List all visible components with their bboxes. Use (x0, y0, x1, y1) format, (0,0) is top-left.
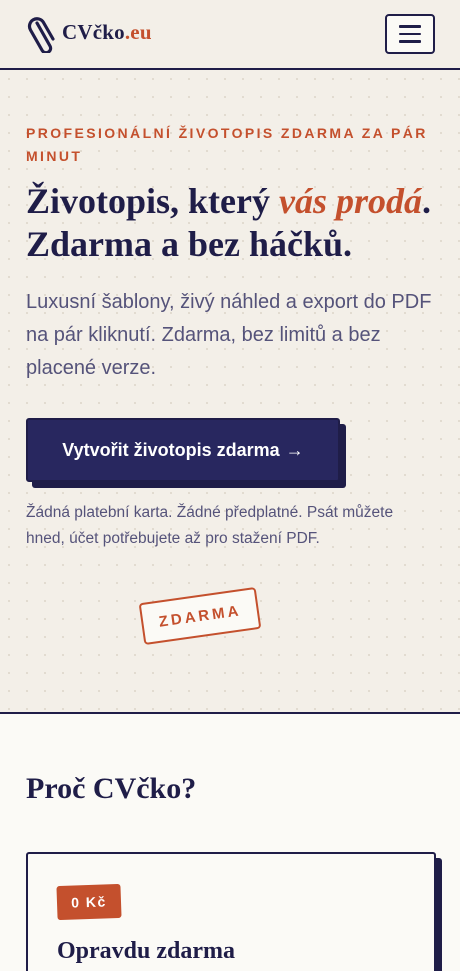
logo-tld: .eu (124, 20, 152, 44)
hero-section: Profesionální životopis zdarma za pár mi… (0, 70, 460, 714)
logo-name: CVčko (62, 20, 125, 44)
why-title: Proč CVčko? (26, 772, 197, 805)
site-header: CVčko.eu (0, 0, 460, 70)
price-badge: 0 Kč (56, 883, 122, 921)
hero-eyebrow: Profesionální životopis zdarma za pár mi… (26, 125, 428, 164)
hamburger-menu-icon-bar (399, 40, 421, 43)
headline-accent: vás prodá (279, 181, 423, 221)
cta-label: Vytvořit životopis zdarma (62, 439, 280, 460)
free-stamp: ZDARMA (138, 586, 262, 646)
menu-button[interactable] (385, 14, 435, 54)
headline-part2: . (422, 181, 432, 221)
hero-lead: Luxusní šablony, živý náhled a export do… (26, 291, 432, 379)
hamburger-menu-icon-bar (399, 32, 421, 36)
feature-card: 0 Kč Opravdu zdarma (26, 852, 436, 971)
create-cv-button[interactable]: Vytvořit životopis zdarma → (26, 418, 340, 482)
hero-headline: Životopis, který vás prodá. Zdarma a bez … (26, 180, 446, 266)
paperclip-icon[interactable] (26, 15, 60, 55)
headline-part1: Životopis, který (26, 181, 280, 221)
arrow-right-icon: → (285, 439, 304, 460)
logo[interactable]: CVčko.eu (62, 20, 152, 45)
hamburger-menu-icon (399, 25, 421, 28)
headline-line2: Zdarma a bez háčků. (26, 224, 353, 264)
feature-card-title: Opravdu zdarma (57, 938, 236, 964)
hero-note: Žádná platební karta. Žádné předplatné. … (26, 504, 394, 547)
